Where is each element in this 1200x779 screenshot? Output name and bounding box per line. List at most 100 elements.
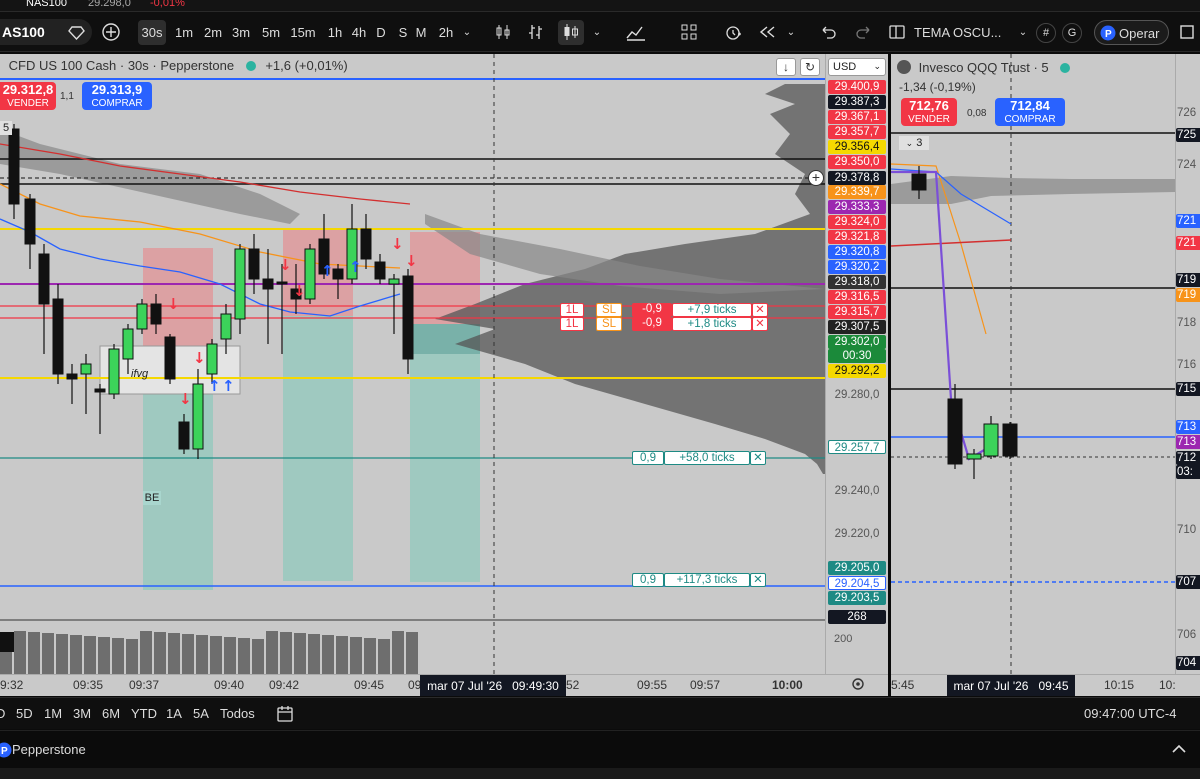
volume-bar — [308, 634, 320, 674]
main-time-axis[interactable]: 9:32 09:35 09:37 09:40 09:42 09:45 09 52 09:55 09… — [0, 674, 888, 696]
timeframe-D[interactable]: D — [374, 20, 388, 45]
hash-button[interactable]: # — [1036, 23, 1056, 43]
square-icon — [1180, 25, 1194, 39]
buy-button[interactable]: 29.313,9 COMPRAR — [82, 82, 152, 110]
currency-selector[interactable]: USD ⌄ — [828, 58, 886, 76]
clock-label[interactable]: 09:47:00 UTC-4 — [1084, 706, 1177, 721]
crosshair-plus-icon[interactable]: + — [808, 170, 824, 186]
side-sell-button[interactable]: 712,76 VENDER — [901, 98, 957, 126]
close-tp-button[interactable]: ✕ — [750, 451, 766, 465]
sell-signal-arrow: ↓ — [167, 295, 180, 313]
range-1m[interactable]: 1M — [44, 706, 62, 721]
candle-body — [966, 453, 982, 460]
chart-type-dropdown[interactable]: ⌄ — [590, 20, 604, 45]
main-chart-plot[interactable]: ↓ ↓ ↓ ↓ ↓ ↓ ↓ ↑ ↑ ↑ ↑ CFD US 100 Cash · 30s · Pepp… — [0, 54, 825, 674]
timeframe-15m[interactable]: 15m — [288, 20, 318, 45]
g-button[interactable]: G — [1062, 23, 1082, 43]
close-tp-button[interactable]: ✕ — [750, 573, 766, 587]
timeframe-5m[interactable]: 5m — [258, 20, 284, 45]
range-3m[interactable]: 3M — [73, 706, 91, 721]
timeframe-1h[interactable]: 1h — [326, 20, 344, 45]
tp-qty[interactable]: 0,9 — [632, 573, 664, 587]
order-qty[interactable]: 1L — [560, 317, 584, 331]
operate-button[interactable]: P Operar — [1094, 20, 1169, 45]
replay-button[interactable] — [756, 20, 778, 45]
close-icon: ✕ — [753, 574, 763, 586]
candle-chart-button[interactable] — [558, 20, 584, 45]
indicators-button[interactable] — [624, 20, 648, 45]
close-order-button[interactable]: ✕ — [752, 317, 768, 331]
close-order-button[interactable]: ✕ — [752, 303, 768, 317]
undo-button[interactable] — [818, 20, 840, 45]
side-time-axis[interactable]: 5:45 mar 07 Jul '26 09:45 10:15 10: — [891, 674, 1200, 696]
timeframe-S[interactable]: S — [396, 20, 410, 45]
range-5a[interactable]: 5A — [193, 706, 209, 721]
side-price-label: 03: — [1176, 465, 1200, 479]
layouts-button[interactable] — [678, 20, 700, 45]
timeframe-2m[interactable]: 2m — [200, 20, 226, 45]
screenshot-button[interactable] — [1178, 20, 1196, 45]
candle-body — [192, 383, 204, 450]
time-label: 09:42 — [269, 678, 300, 692]
side-chart-canvas[interactable] — [891, 54, 1175, 674]
panel-toggle-button[interactable] — [886, 20, 908, 45]
ichimoku-cloud — [0, 129, 310, 224]
price-label: 29.350,0 — [828, 155, 886, 169]
replay-dropdown[interactable]: ⌄ — [784, 20, 798, 45]
timeframe-3m[interactable]: 3m — [229, 20, 253, 45]
time-label: 09:35 — [73, 678, 104, 692]
sell-button[interactable]: 29.312,8 VENDER — [0, 82, 56, 110]
side-chart-plot[interactable]: Invesco QQQ Trust · 5 -1,34 (-0,19%) 712… — [891, 54, 1175, 674]
auto-scale-button[interactable]: ↻ — [800, 58, 820, 76]
range-todos[interactable]: Todos — [220, 706, 255, 721]
broker-name[interactable]: Pepperstone — [12, 742, 86, 757]
tp-qty[interactable]: 0,9 — [632, 451, 664, 465]
sell-label: VENDER — [7, 98, 49, 109]
range-ytd[interactable]: YTD — [131, 706, 157, 721]
price-label: 29.400,9 — [828, 80, 886, 94]
timeframe-2h[interactable]: 2h — [436, 20, 456, 45]
range-5d[interactable]: 5D — [16, 706, 33, 721]
candle-body — [136, 303, 148, 330]
timeframe-30s[interactable]: 30s — [138, 20, 166, 45]
date-range-button[interactable] — [276, 705, 294, 723]
candle-body — [262, 278, 274, 290]
price-label: 29.220,0 — [834, 528, 880, 540]
order-type[interactable]: SL — [596, 303, 622, 317]
order-qty[interactable]: 1L — [560, 303, 584, 317]
side-indicator-toggle[interactable]: ⌄ 3 — [899, 136, 929, 150]
close-icon: ✕ — [755, 318, 765, 330]
main-chart-panel[interactable]: ↓ ↓ ↓ ↓ ↓ ↓ ↓ ↑ ↑ ↑ ↑ CFD US 100 Cash · 30s · Pepp… — [0, 54, 888, 696]
timeframe-4h[interactable]: 4h — [350, 20, 368, 45]
timezone-settings-button[interactable] — [851, 677, 865, 691]
timeframe-M[interactable]: M — [414, 20, 428, 45]
side-price-label: 707 — [1176, 575, 1200, 589]
scroll-down-button[interactable]: ↓ — [776, 58, 796, 76]
range-bar: D 5D 1M 3M 6M YTD 1A 5A Todos 09:47:00 UTC-4 — [0, 697, 1200, 729]
side-price-axis[interactable]: 726 725 724 721 721 719 719 718 716 715 713 713 712 0… — [1175, 54, 1200, 674]
side-price-label: 716 — [1177, 359, 1197, 371]
theme-dropdown[interactable]: ⌄ — [1016, 20, 1030, 45]
bar-style-button[interactable] — [492, 20, 514, 45]
range-d[interactable]: D — [0, 706, 5, 721]
expand-panel-button[interactable] — [1170, 740, 1188, 758]
add-symbol-button[interactable] — [98, 20, 124, 45]
timeframe-dropdown[interactable]: ⌄ — [460, 20, 474, 45]
side-chart-panel[interactable]: Invesco QQQ Trust · 5 -1,34 (-0,19%) 712… — [891, 54, 1200, 696]
diamond-icon[interactable] — [68, 24, 85, 40]
alert-button[interactable] — [722, 20, 744, 45]
bar-chart-button[interactable] — [527, 20, 549, 45]
candle-body — [388, 278, 400, 285]
range-6m[interactable]: 6M — [102, 706, 120, 721]
moving-average-red — [891, 239, 1012, 247]
cursor-time-label: mar 07 Jul '26 09:49:30 — [420, 675, 566, 696]
order-pnl: -0,9 — [632, 303, 672, 317]
main-price-axis[interactable]: ↓ ↻ USD ⌄ 29.400,9 29.387,3 29.367,1 29.357… — [776, 54, 888, 674]
symbol-search-box[interactable]: AS100 — [0, 19, 92, 45]
side-buy-button[interactable]: 712,84 COMPRAR — [995, 98, 1065, 126]
timeframe-1m[interactable]: 1m — [172, 20, 196, 45]
redo-button[interactable] — [852, 20, 874, 45]
theme-selector[interactable]: TEMA OSCU... — [914, 20, 1024, 45]
range-1a[interactable]: 1A — [166, 706, 182, 721]
order-type[interactable]: SL — [596, 317, 622, 331]
